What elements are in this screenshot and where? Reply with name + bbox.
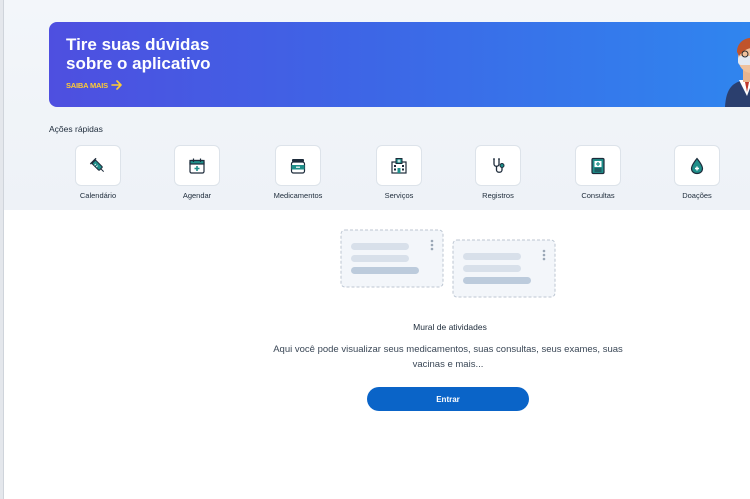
saiba-mais-label: SAIBA MAIS (66, 80, 108, 90)
mural-description: Aqui você pode visualizar seus medicamen… (273, 344, 623, 370)
quick-action-label: Serviços (384, 191, 414, 200)
quick-action-label: Registros (482, 191, 514, 200)
mural-title: Mural de atividades (413, 322, 487, 332)
calendar-plus-icon (189, 158, 205, 174)
quick-action-box[interactable] (174, 145, 220, 186)
banner-title-line1: Tire suas dúvidas (66, 35, 210, 54)
quick-action-box[interactable] (376, 145, 422, 186)
quick-action-medicamentos[interactable]: Medicamentos (258, 145, 338, 205)
quick-action-label: Medicamentos (273, 191, 323, 200)
quick-action-label: Calendário (79, 191, 117, 200)
quick-action-agendar[interactable]: Agendar (157, 145, 237, 205)
quick-action-doacoes[interactable]: Doações (657, 145, 737, 205)
entrar-button[interactable]: Entrar (367, 387, 529, 411)
quick-action-label: Doações (682, 191, 712, 200)
banner-title: Tire suas dúvidas sobre o aplicativo (66, 35, 306, 73)
medical-record-icon (591, 157, 605, 174)
arrow-right-icon (111, 80, 122, 90)
quick-action-label: Consultas (581, 191, 615, 200)
quick-action-calendario[interactable]: Calendário (58, 145, 138, 205)
quick-action-label: Agendar (182, 191, 212, 200)
quick-action-box[interactable] (275, 145, 321, 186)
quick-action-servicos[interactable]: Serviços (359, 145, 439, 205)
blood-drop-icon (690, 157, 704, 174)
quick-action-registros[interactable]: Registros (458, 145, 538, 205)
saiba-mais-link[interactable]: SAIBA MAIS (66, 80, 123, 90)
quick-action-box[interactable] (475, 145, 521, 186)
empty-activity-illustration (340, 229, 556, 298)
quick-action-box[interactable] (674, 145, 720, 186)
pill-jar-icon (290, 158, 306, 174)
quick-actions-title: Ações rápidas (49, 124, 103, 134)
banner-title-line2: sobre o aplicativo (66, 54, 211, 73)
syringe-icon (89, 157, 105, 172)
hospital-icon (391, 157, 407, 174)
help-banner[interactable]: Tire suas dúvidas sobre o aplicativo SAI… (49, 22, 750, 107)
quick-action-box[interactable] (75, 145, 121, 186)
stethoscope-icon (493, 157, 505, 173)
quick-action-consultas[interactable]: Consultas (558, 145, 638, 205)
doctor-illustration (725, 38, 750, 107)
quick-action-box[interactable] (575, 145, 621, 186)
